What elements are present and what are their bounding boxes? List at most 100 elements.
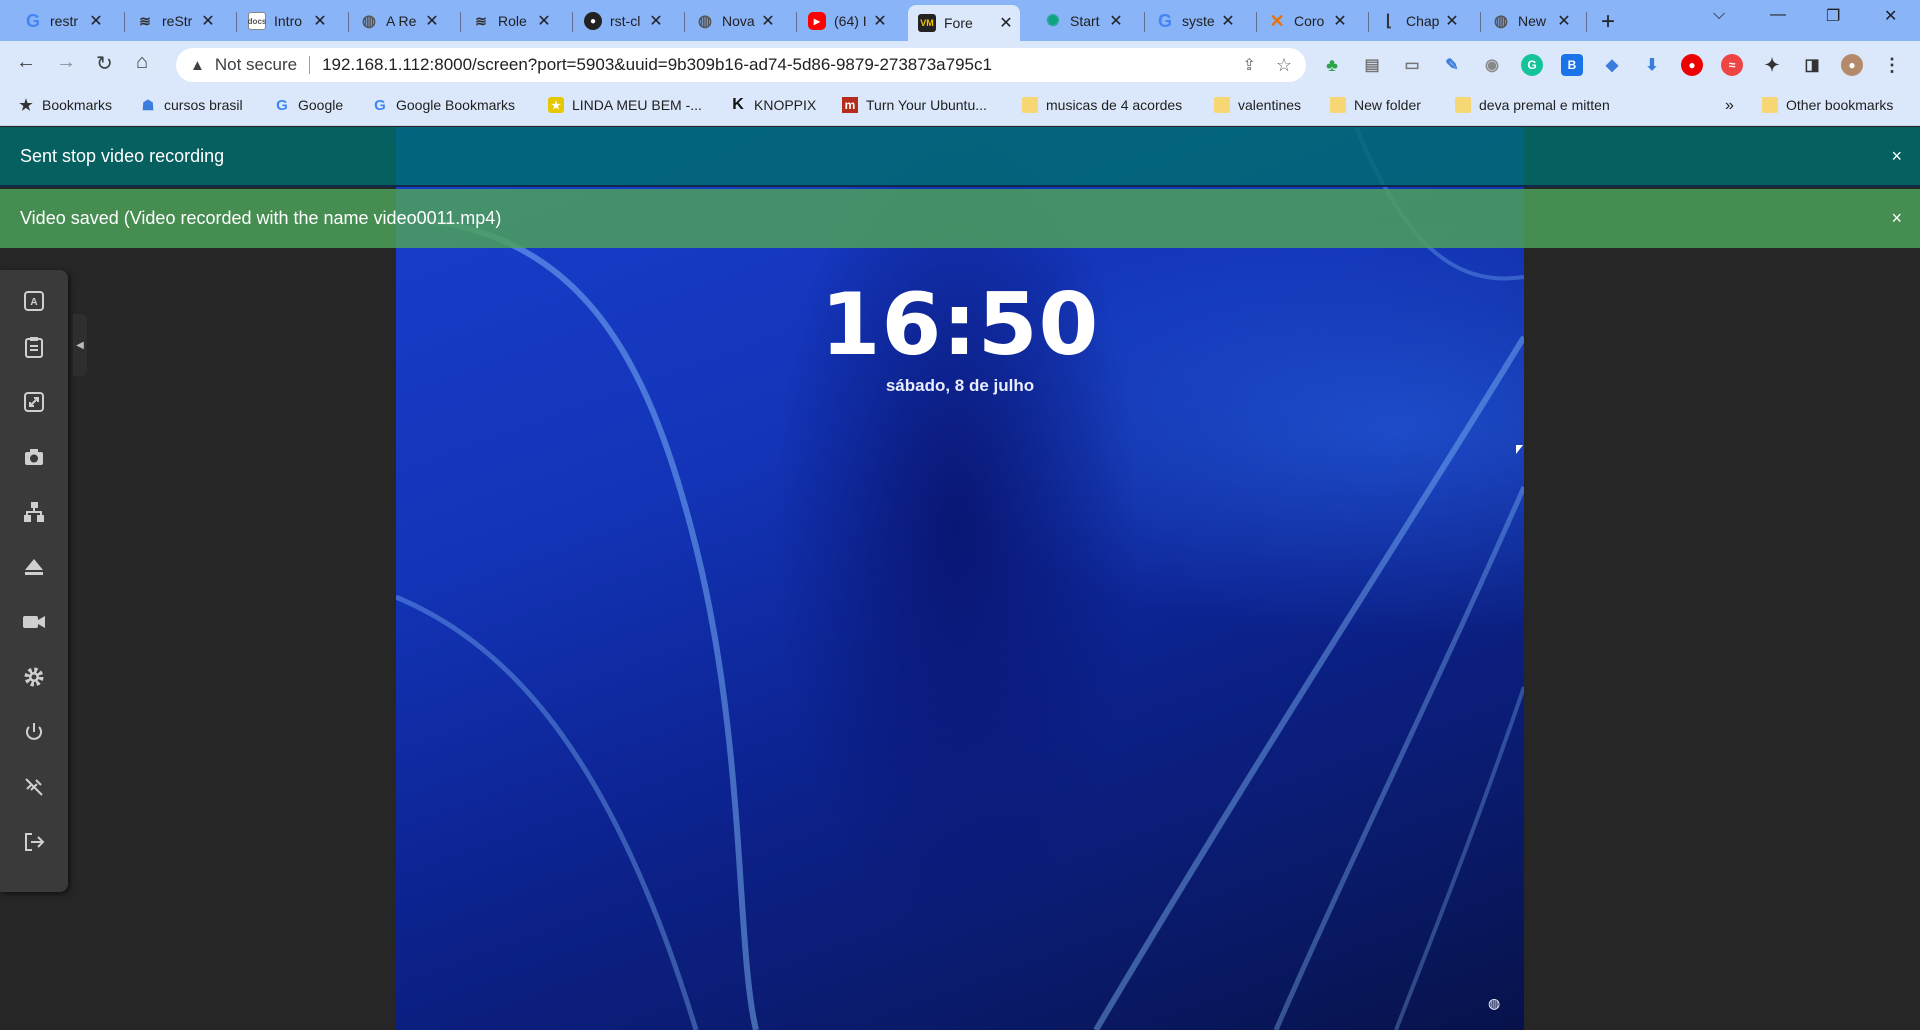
more-bookmarks-button[interactable]: » [1725,97,1734,115]
github-icon: ● [584,12,602,30]
puzzle-icon[interactable]: ✦ [1761,54,1783,76]
extension-blue-icon[interactable]: B [1561,54,1583,76]
tab[interactable]: G syste ✕ [1146,5,1242,37]
screenshot-icon[interactable]: ◉ [1481,54,1503,76]
bookmark-folder[interactable]: musicas de 4 acordes [1022,97,1182,113]
camera-icon[interactable] [14,437,54,477]
people-icon: ☗ [141,96,155,113]
evernote-icon[interactable]: ♣ [1321,54,1343,76]
tab[interactable]: ⌊ Chap ✕ [1370,5,1466,37]
tab[interactable]: docs Intro ✕ [238,5,334,37]
bookmark-item[interactable]: ★ Bookmarks [18,97,112,114]
minimize-icon[interactable]: — [1770,6,1786,24]
control-sidebar: A [0,270,68,892]
tab[interactable]: ● rst-cl ✕ [574,5,670,37]
translate-icon[interactable]: ◆ [1601,54,1623,76]
tab[interactable]: ▶ (64) I ✕ [798,5,894,37]
tab[interactable]: ≋ reStr ✕ [126,5,222,37]
url-text[interactable]: 192.168.1.112:8000/screen?port=5903&uuid… [322,55,992,75]
bookmark-item[interactable]: G Google Bookmarks [372,97,515,114]
side-panel-icon[interactable]: ◨ [1801,54,1823,76]
docs-icon: docs [248,12,266,30]
close-icon[interactable]: ✕ [1556,11,1572,31]
chevron-down-icon[interactable]: ⌵ [1713,6,1725,24]
close-icon[interactable]: ✕ [200,11,216,31]
folder-icon [1022,97,1038,113]
restore-icon[interactable]: ❐ [1826,6,1840,26]
tab[interactable]: G restr ✕ [14,5,110,37]
share-icon[interactable]: ⇪ [1242,55,1255,75]
bookmark-star-icon[interactable]: ☆ [1276,55,1292,76]
video-camera-icon[interactable] [14,602,54,642]
power-icon[interactable] [14,712,54,752]
close-icon[interactable]: ✕ [536,11,552,31]
notification-success: Video saved (Video recorded with the nam… [0,189,1920,248]
network-icon[interactable] [14,492,54,532]
keyboard-icon[interactable]: A [14,281,54,321]
download-icon[interactable]: ⬇ [1641,54,1663,76]
logout-icon[interactable] [14,822,54,862]
close-icon[interactable]: ✕ [998,13,1014,33]
bookmark-item[interactable]: K KNOPPIX [730,96,816,113]
close-icon[interactable]: × [1891,208,1902,229]
grammarly-icon[interactable]: G [1521,54,1543,76]
close-icon[interactable]: ✕ [424,11,440,31]
pen-icon[interactable]: ✎ [1441,54,1463,76]
hat-icon: ≋ [475,12,487,29]
tab-active[interactable]: VM Fore ✕ [908,5,1020,41]
close-icon[interactable]: ✕ [760,11,776,31]
bookmark-folder[interactable]: New folder [1330,97,1421,113]
google-icon: G [276,96,288,114]
forward-icon[interactable]: → [56,51,76,74]
reader-icon[interactable]: ▤ [1361,54,1383,76]
bookmark-item[interactable]: m Turn Your Ubuntu... [842,97,987,113]
close-icon[interactable]: ✕ [1108,11,1124,31]
bookmark-item[interactable]: ☗ cursos brasil [140,96,243,114]
close-icon[interactable]: ✕ [1444,11,1460,31]
security-label[interactable]: Not secure [215,55,297,75]
wallpaper-waves [396,127,1524,1030]
folder-icon [1214,97,1230,113]
close-icon[interactable]: ✕ [648,11,664,31]
address-bar[interactable]: ▲ Not secure 192.168.1.112:8000/screen?p… [176,48,1306,82]
tab[interactable]: ◍ A Re ✕ [350,5,446,37]
tab[interactable]: ✺ Start ✕ [1034,5,1130,37]
browser-toolbar: ← → ↻ ⌂ ▲ Not secure 192.168.1.112:8000/… [0,41,1920,88]
tab[interactable]: ≋ Role ✕ [462,5,558,37]
menu-icon[interactable]: ⋮ [1881,54,1903,76]
clipboard-icon[interactable] [14,327,54,367]
other-bookmarks-folder[interactable]: Other bookmarks [1762,97,1893,113]
adblock-icon[interactable]: ● [1681,54,1703,76]
globe-icon: ◍ [1494,13,1508,30]
extension-red-icon[interactable]: ≈ [1721,54,1743,76]
globe-icon: ◍ [698,13,712,30]
settings-gear-icon[interactable] [14,657,54,697]
close-icon[interactable]: ✕ [1220,11,1236,31]
cast-icon[interactable]: ▭ [1401,54,1423,76]
back-icon[interactable]: ← [16,51,36,74]
bookmark-folder[interactable]: valentines [1214,97,1301,113]
tab[interactable]: ◍ New ✕ [1482,5,1578,37]
chatgpt-icon: ✺ [1046,13,1060,30]
new-tab-icon[interactable]: + [1601,8,1615,36]
fullscreen-icon[interactable] [14,382,54,422]
close-window-icon[interactable]: ✕ [1884,6,1897,26]
close-icon[interactable]: ✕ [1332,11,1348,31]
close-icon[interactable]: ✕ [312,11,328,31]
disconnect-icon[interactable] [14,767,54,807]
warning-icon[interactable]: ▲ [190,57,205,74]
bookmark-folder[interactable]: deva premal e mitten [1455,97,1610,113]
sidebar-toggle-handle[interactable]: ◀ [73,314,87,376]
close-icon[interactable]: ✕ [88,11,104,31]
close-icon[interactable]: × [1891,146,1902,167]
remote-screen[interactable]: 16:50 sábado, 8 de julho ◍ [396,127,1524,1030]
bookmark-item[interactable]: G Google [274,96,343,114]
tab[interactable]: ◍ Nova ✕ [686,5,782,37]
home-icon[interactable]: ⌂ [136,51,148,74]
tab[interactable]: ✕ Coro ✕ [1258,5,1354,37]
eject-icon[interactable] [14,547,54,587]
avatar[interactable]: ● [1841,54,1863,76]
reload-icon[interactable]: ↻ [96,51,113,76]
bookmark-item[interactable]: ★ LINDA MEU BEM -... [548,97,702,113]
close-icon[interactable]: ✕ [872,11,888,31]
